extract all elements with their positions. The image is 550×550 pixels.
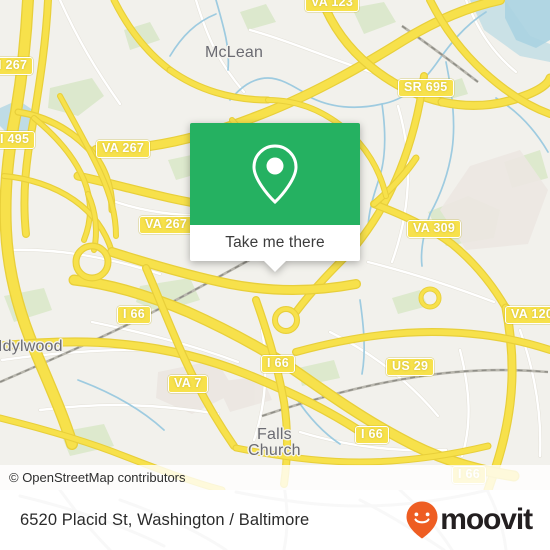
map-screenshot: .rd-major-case { stroke:#e8cf3a; fill:no… (0, 0, 550, 550)
address-label: 6520 Placid St, Washington / Baltimore (20, 510, 310, 529)
shield-sr-695: SR 695 (398, 79, 454, 97)
location-pin-icon (252, 144, 298, 205)
moovit-wordmark: moovit (440, 503, 533, 536)
place-card-header (190, 123, 360, 225)
map-canvas[interactable]: .rd-major-case { stroke:#e8cf3a; fill:no… (0, 0, 550, 490)
shield-i-66-west: I 66 (117, 306, 152, 324)
shield-va-267-upper: VA 267 (96, 140, 151, 158)
address-footer-bar: 6520 Placid St, Washington / Baltimore m… (0, 490, 550, 550)
shield-i-267: I 267 (0, 57, 34, 75)
moovit-pin-icon (406, 501, 438, 539)
moovit-logo: moovit (405, 500, 533, 540)
attribution-text: © OpenStreetMap contributors (9, 470, 186, 485)
shield-va-7: VA 7 (168, 375, 208, 393)
shield-i-66-south: I 66 (355, 426, 390, 444)
shield-i-495: I 495 (0, 131, 36, 149)
shield-va-267-lower: VA 267 (139, 216, 194, 234)
shield-va-120: VA 120 (505, 306, 550, 324)
take-me-there-label: Take me there (225, 234, 325, 251)
place-popup-card[interactable]: Take me there (190, 123, 360, 272)
shield-va-123: VA 123 (305, 0, 360, 12)
map-attribution: © OpenStreetMap contributors (0, 465, 550, 490)
shield-i-66-center: I 66 (261, 355, 296, 373)
shield-va-309: VA 309 (407, 220, 462, 238)
place-card-action[interactable]: Take me there (190, 225, 360, 272)
place-card-pointer (264, 261, 286, 272)
shield-us-29: US 29 (386, 358, 435, 376)
